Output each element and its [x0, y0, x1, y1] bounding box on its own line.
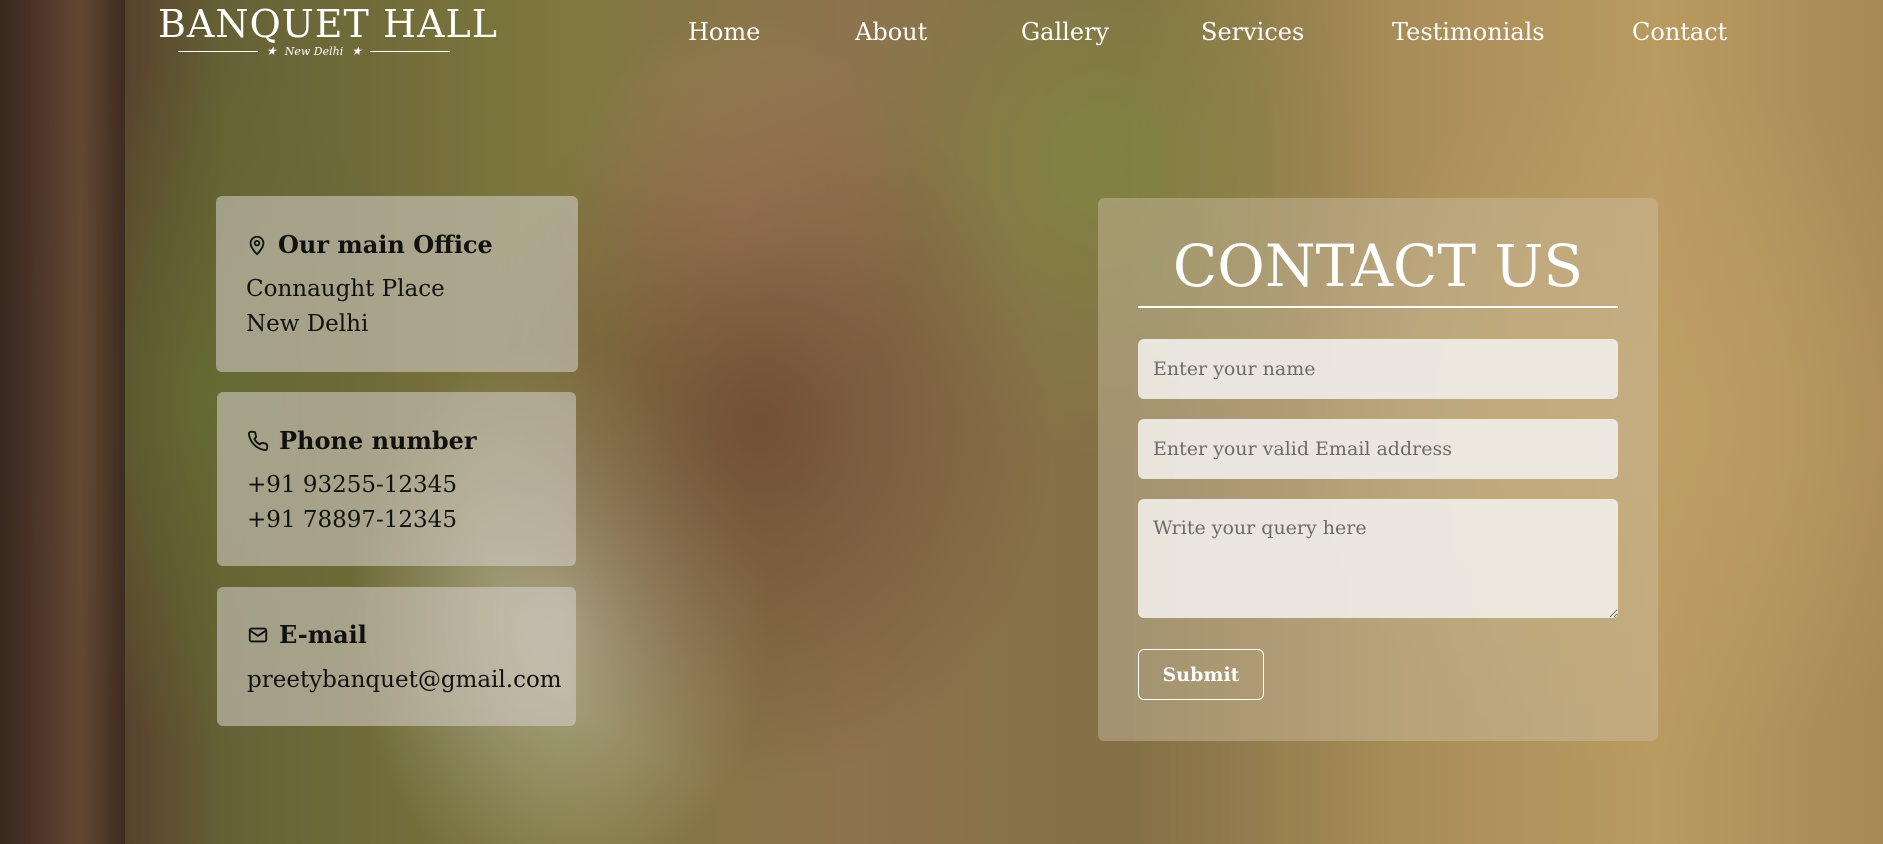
submit-button[interactable]: Submit — [1138, 649, 1264, 700]
email-heading: E-mail — [279, 620, 367, 649]
email-card: E-mail preetybanquet@gmail.com — [217, 587, 576, 726]
nav-services[interactable]: Services — [1201, 18, 1304, 46]
email-address[interactable]: preetybanquet@gmail.com — [247, 663, 562, 698]
nav-testimonials[interactable]: Testimonials — [1392, 18, 1545, 46]
office-line: New Delhi — [246, 311, 369, 337]
phone-number[interactable]: +91 78897-12345 — [247, 503, 457, 538]
phone-heading: Phone number — [279, 426, 477, 455]
office-heading-row: Our main Office — [246, 230, 493, 259]
map-pin-icon — [249, 235, 265, 255]
email-heading-row: E-mail — [247, 620, 367, 649]
nav-about[interactable]: About — [855, 18, 927, 46]
phone-numbers: +91 93255-12345 +91 78897-12345 — [247, 468, 457, 538]
nav-contact[interactable]: Contact — [1632, 18, 1727, 46]
nav-gallery[interactable]: Gallery — [1021, 18, 1109, 46]
mail-icon — [248, 627, 268, 642]
contact-title-divider — [1138, 306, 1618, 308]
name-input[interactable] — [1138, 339, 1618, 399]
contact-panel: CONTACT US Submit — [1098, 198, 1658, 741]
nav-home[interactable]: Home — [688, 18, 760, 46]
query-textarea[interactable] — [1138, 499, 1618, 618]
phone-number[interactable]: +91 93255-12345 — [247, 468, 457, 503]
contact-title: CONTACT US — [1172, 232, 1584, 300]
phone-heading-row: Phone number — [247, 426, 477, 455]
email-input[interactable] — [1138, 419, 1618, 479]
phone-card: Phone number +91 93255-12345 +91 78897-1… — [217, 392, 576, 566]
office-line: Connaught Place — [246, 276, 445, 302]
office-heading: Our main Office — [278, 230, 493, 259]
main-nav: Home About Gallery Services Testimonials… — [0, 14, 1883, 54]
office-address: Connaught Place New Delhi — [246, 272, 445, 342]
phone-icon — [248, 430, 269, 451]
office-card: Our main Office Connaught Place New Delh… — [216, 196, 578, 372]
